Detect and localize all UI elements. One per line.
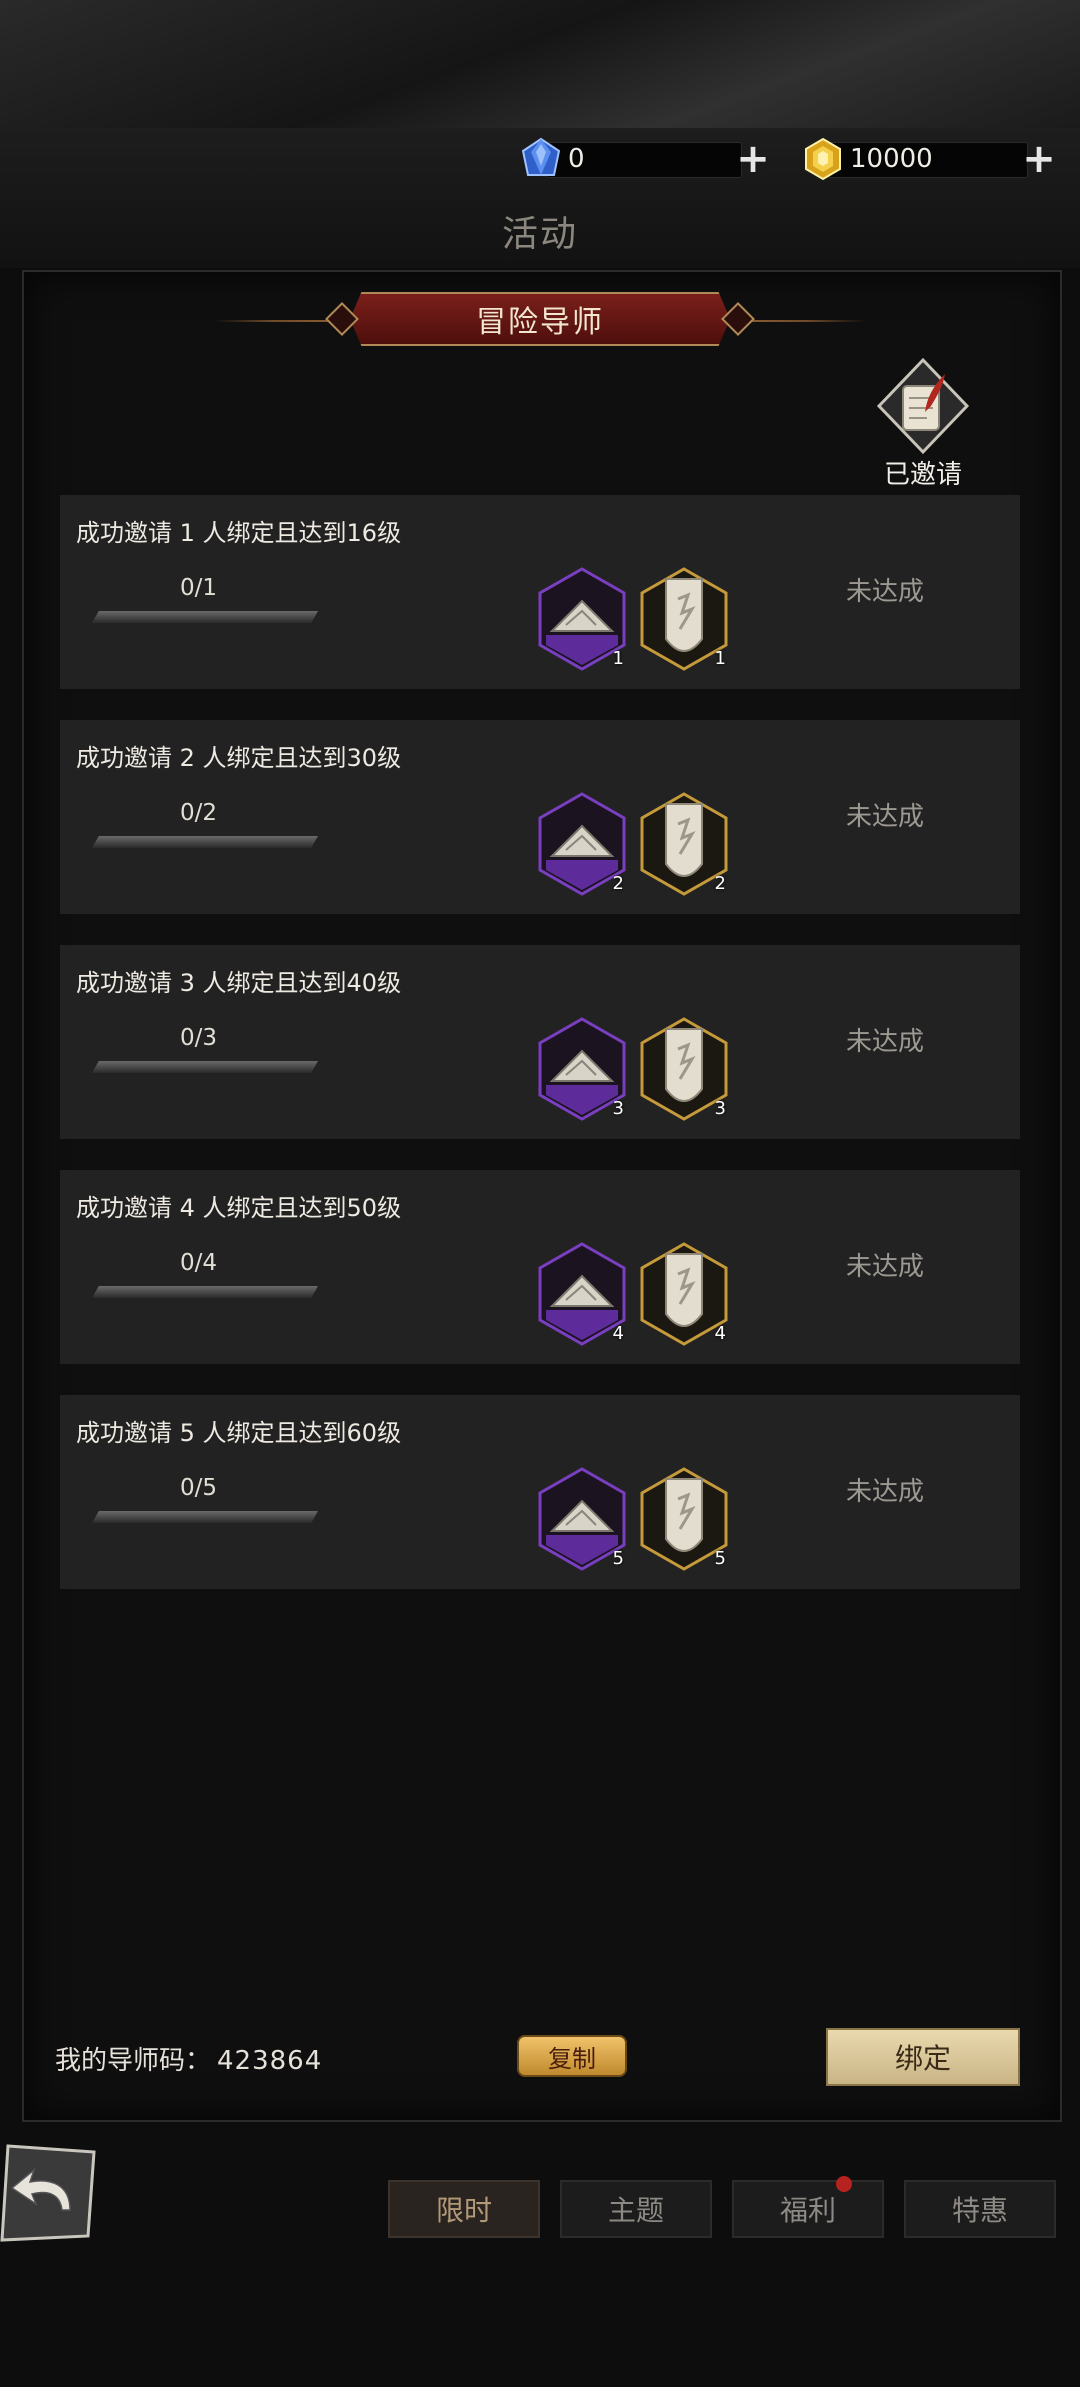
task-progress-text: 0/3: [180, 1025, 218, 1051]
reward-count: 1: [714, 648, 726, 669]
notification-badge: [836, 2176, 852, 2192]
back-arrow-icon: [0, 2144, 96, 2242]
banner-title: 冒险导师: [476, 305, 604, 340]
task-description: 成功邀请 3 人绑定且达到40级: [76, 969, 402, 997]
task-description: 成功邀请 2 人绑定且达到30级: [76, 744, 402, 772]
tab-label: 主题: [607, 2194, 664, 2227]
banner-ornament-left: [325, 302, 359, 336]
task-progress-bar: [92, 1511, 318, 1523]
tab-theme[interactable]: 主题: [560, 2180, 712, 2238]
tab-welfare[interactable]: 福利: [732, 2176, 884, 2238]
reward-count: 2: [612, 873, 624, 894]
tab-label: 限时: [435, 2194, 492, 2227]
back-button[interactable]: [0, 2140, 98, 2246]
invited-label: 已邀请: [883, 460, 962, 490]
task-progress-text: 0/1: [180, 575, 218, 601]
blue-diamond-icon: [521, 137, 561, 176]
reward-count: 3: [612, 1098, 624, 1119]
copy-button[interactable]: 复制: [517, 2035, 627, 2077]
scroll-quill-icon: [876, 357, 970, 455]
reward-count: 5: [714, 1548, 726, 1569]
task-progress-bar: [92, 1286, 318, 1298]
banner-line-left: [215, 320, 330, 322]
task-row: 成功邀请 1 人绑定且达到16级 0/1 1 1 未达成: [60, 495, 1020, 689]
invited-button[interactable]: 已邀请: [868, 356, 978, 491]
reward-item-purple[interactable]: 5: [536, 1467, 628, 1571]
reward-count: 5: [612, 1548, 624, 1569]
bottom-tabs: 限时 主题 福利 特惠: [388, 2176, 1056, 2238]
task-description: 成功邀请 1 人绑定且达到16级: [76, 519, 402, 547]
gold-gem-icon: [805, 137, 841, 181]
task-row: 成功邀请 3 人绑定且达到40级 0/3 3 3 未达成: [60, 945, 1020, 1139]
add-diamond-button[interactable]: +: [736, 139, 770, 179]
reward-count: 4: [714, 1323, 726, 1344]
bind-button[interactable]: 绑定: [826, 2028, 1020, 2086]
tab-limited[interactable]: 限时: [388, 2180, 540, 2238]
task-progress-text: 0/4: [180, 1250, 218, 1276]
tab-special-offer[interactable]: 特惠: [904, 2180, 1056, 2238]
reward-count: 4: [612, 1323, 624, 1344]
task-status: 未达成: [846, 1477, 925, 1507]
banner-ornament-right: [721, 302, 755, 336]
reward-item-purple[interactable]: 4: [536, 1242, 628, 1346]
page-title: 活动: [501, 214, 578, 255]
reward-item-gold[interactable]: 1: [638, 567, 730, 671]
reward-count: 2: [714, 873, 726, 894]
task-description: 成功邀请 5 人绑定且达到60级: [76, 1419, 402, 1447]
tab-label: 特惠: [951, 2194, 1008, 2227]
task-status: 未达成: [846, 1027, 925, 1057]
task-row: 成功邀请 4 人绑定且达到50级 0/4 4 4 未达成: [60, 1170, 1020, 1364]
reward-item-purple[interactable]: 1: [536, 567, 628, 671]
gold-currency: 10000 +: [800, 136, 1056, 182]
add-gold-button[interactable]: +: [1022, 139, 1056, 179]
diamond-amount: 0: [568, 144, 585, 174]
reward-item-gold[interactable]: 5: [638, 1467, 730, 1571]
task-row: 成功邀请 2 人绑定且达到30级 0/2 2 2 未达成: [60, 720, 1020, 914]
gold-amount: 10000: [850, 144, 933, 174]
mentor-code-label: 我的导师码：: [55, 2046, 212, 2076]
task-progress-bar: [92, 1061, 318, 1073]
task-progress-text: 0/5: [180, 1475, 218, 1501]
reward-count: 3: [714, 1098, 726, 1119]
task-description: 成功邀请 4 人绑定且达到50级: [76, 1194, 402, 1222]
task-progress-bar: [92, 611, 318, 623]
reward-item-gold[interactable]: 4: [638, 1242, 730, 1346]
task-status: 未达成: [846, 802, 925, 832]
reward-item-purple[interactable]: 3: [536, 1017, 628, 1121]
task-progress-bar: [92, 836, 318, 848]
task-progress-text: 0/2: [180, 800, 218, 826]
tab-label: 福利: [779, 2194, 836, 2227]
task-status: 未达成: [846, 1252, 925, 1282]
task-status: 未达成: [846, 577, 925, 607]
diamond-currency: 0 +: [518, 136, 770, 182]
top-scene-strip: [0, 0, 1080, 128]
reward-item-purple[interactable]: 2: [536, 792, 628, 896]
reward-count: 1: [612, 648, 624, 669]
reward-item-gold[interactable]: 2: [638, 792, 730, 896]
mentor-code-value: 423864: [217, 2046, 323, 2076]
task-row: 成功邀请 5 人绑定且达到60级 0/5 5 5 未达成: [60, 1395, 1020, 1589]
mentor-code: 我的导师码： 423864: [55, 2040, 322, 2077]
banner-line-right: [750, 320, 865, 322]
banner: 冒险导师: [325, 292, 755, 346]
reward-item-gold[interactable]: 3: [638, 1017, 730, 1121]
